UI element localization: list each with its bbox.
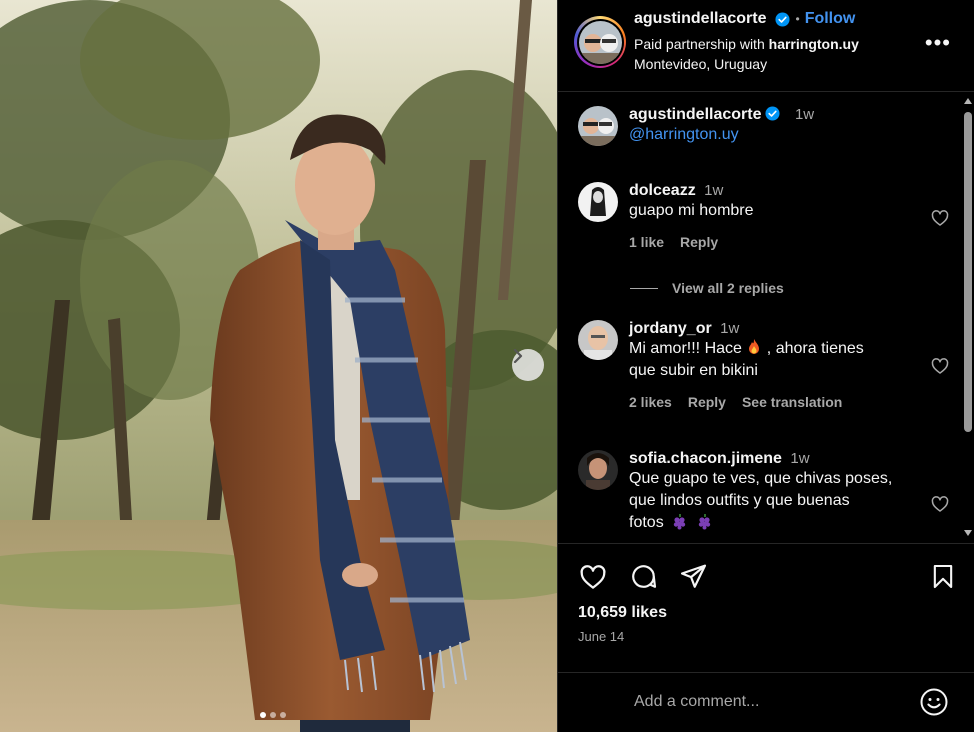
- comment-text: Que guapo te ves, que chivas poses, que …: [629, 468, 929, 534]
- comment-time[interactable]: 1w: [795, 106, 814, 123]
- scroll-down-arrow-icon[interactable]: [964, 530, 972, 536]
- likes-count[interactable]: 10,659 likes: [578, 604, 667, 622]
- add-comment-bar: [558, 672, 974, 732]
- comments-list[interactable]: agustindellacorte 1w @harrington.uy dolc…: [558, 92, 974, 542]
- like-comment-icon[interactable]: [930, 494, 950, 514]
- comment-text: Mi amor!!! Hace , ahora tienes que subir…: [629, 338, 929, 382]
- reply-button[interactable]: Reply: [680, 234, 718, 250]
- like-heart-icon[interactable]: [578, 562, 608, 592]
- emoji-icon[interactable]: [919, 687, 949, 717]
- comment-username[interactable]: dolceazz: [629, 182, 696, 199]
- post-actions: 10,659 likes June 14: [558, 543, 974, 663]
- comment-text-part: Mi amor!!! Hace: [629, 340, 747, 357]
- author-username[interactable]: agustindellacorte: [634, 10, 766, 28]
- replies-divider: [630, 287, 658, 289]
- post-side-panel: agustindellacorte • Follow Paid partners…: [557, 0, 974, 732]
- separator-dot: •: [795, 12, 800, 26]
- comment-input[interactable]: [634, 693, 894, 711]
- comment-username[interactable]: jordany_or: [629, 320, 712, 337]
- avatar[interactable]: [578, 106, 618, 146]
- post-header: agustindellacorte • Follow Paid partners…: [558, 0, 974, 92]
- photo-illustration: [0, 0, 557, 732]
- like-comment-icon[interactable]: [930, 208, 950, 228]
- comment-likes[interactable]: 1 like: [629, 234, 664, 250]
- avatar[interactable]: [578, 182, 618, 222]
- post-photo[interactable]: [0, 0, 557, 732]
- comment-text: guapo mi hombre: [629, 202, 754, 219]
- comment-text-line: fotos: [629, 514, 664, 531]
- carousel-dot: [270, 712, 276, 718]
- partnership-prefix: Paid partnership with: [634, 36, 769, 52]
- save-bookmark-icon[interactable]: [929, 562, 957, 591]
- fire-emoji-icon: [749, 339, 760, 354]
- share-send-icon[interactable]: [679, 562, 708, 591]
- comments-scrollbar[interactable]: [963, 92, 973, 540]
- verified-badge-icon: [765, 106, 781, 121]
- carousel-dot: [280, 712, 286, 718]
- view-replies-label: View all 2 replies: [672, 280, 784, 296]
- comment-username[interactable]: agustindellacorte: [629, 106, 761, 123]
- scroll-up-arrow-icon[interactable]: [964, 98, 972, 104]
- carousel-indicator: [260, 712, 286, 718]
- author-avatar[interactable]: [574, 16, 626, 68]
- comment-bubble-icon[interactable]: [629, 562, 658, 591]
- paid-partnership-label: Paid partnership with harrington.uy: [634, 36, 859, 52]
- comment-text-part: , ahora tienes: [762, 340, 864, 357]
- post-location[interactable]: Montevideo, Uruguay: [634, 56, 767, 72]
- more-options-button[interactable]: •••: [925, 30, 951, 56]
- post-date[interactable]: June 14: [578, 629, 624, 644]
- chevron-right-icon: [513, 349, 523, 363]
- reply-button[interactable]: Reply: [688, 394, 726, 410]
- see-translation-button[interactable]: See translation: [742, 394, 842, 410]
- comment-username[interactable]: sofia.chacon.jimene: [629, 450, 782, 467]
- avatar-image: [578, 20, 622, 64]
- caption-mention-link[interactable]: @harrington.uy: [629, 126, 739, 143]
- verified-badge-icon: [775, 11, 791, 27]
- comment-text-part: que subir en bikini: [629, 362, 758, 379]
- comment-time[interactable]: 1w: [790, 450, 809, 467]
- comment-likes[interactable]: 2 likes: [629, 394, 672, 410]
- avatar[interactable]: [578, 450, 618, 490]
- view-replies-button[interactable]: View all 2 replies: [630, 280, 784, 296]
- avatar[interactable]: [578, 320, 618, 360]
- more-icon: •••: [924, 30, 951, 55]
- comment-text-line: Que guapo te ves, que chivas poses,: [629, 470, 893, 487]
- comment-time[interactable]: 1w: [704, 182, 723, 199]
- comment-text-line: que lindos outfits y que buenas: [629, 492, 850, 509]
- partner-link[interactable]: harrington.uy: [769, 36, 859, 52]
- like-comment-icon[interactable]: [930, 356, 950, 376]
- follow-button[interactable]: Follow: [805, 10, 856, 28]
- comment-time[interactable]: 1w: [720, 320, 739, 337]
- carousel-next-button[interactable]: [512, 349, 544, 381]
- carousel-dot: [260, 712, 266, 718]
- grapes-emoji-icon: [673, 514, 686, 530]
- grapes-emoji-icon: [698, 514, 710, 530]
- scroll-thumb[interactable]: [964, 112, 972, 432]
